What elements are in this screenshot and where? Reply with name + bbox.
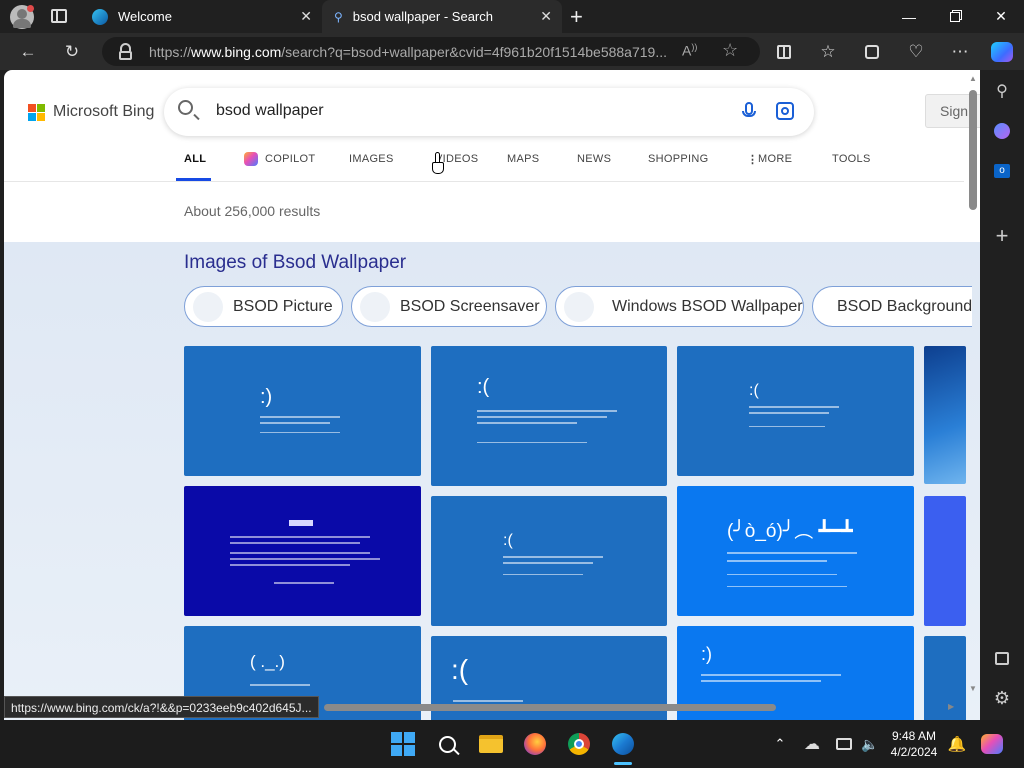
favorite-star-icon[interactable]: ☆ bbox=[722, 40, 738, 61]
image-result[interactable] bbox=[924, 346, 966, 484]
tab-welcome[interactable]: Welcome ✕ bbox=[80, 0, 322, 33]
url-text: https://www.bing.com/search?q=bsod+wallp… bbox=[149, 44, 667, 60]
results-count: About 256,000 results bbox=[184, 203, 321, 219]
windows-start-icon[interactable] bbox=[389, 730, 417, 758]
image-result[interactable] bbox=[184, 486, 421, 616]
network-icon[interactable] bbox=[830, 730, 858, 758]
copilot-preview-icon[interactable] bbox=[978, 730, 1006, 758]
related-chip[interactable]: BSOD Screensaver bbox=[351, 286, 547, 327]
chrome-icon[interactable] bbox=[565, 730, 593, 758]
lock-icon[interactable] bbox=[119, 43, 132, 60]
chip-thumbnail bbox=[193, 291, 223, 322]
bing-logo[interactable]: Microsoft Bing bbox=[28, 103, 154, 121]
status-bar-url: https://www.bing.com/ck/a?!&&p=0233eeb9c… bbox=[4, 696, 319, 718]
new-tab-icon[interactable]: + bbox=[570, 4, 583, 30]
add-sidebar-icon[interactable]: + bbox=[989, 223, 1015, 249]
search-nav-tabs: ALL COPILOT IMAGES VIDEOS MAPS NEWS SHOP… bbox=[4, 142, 964, 182]
microphone-icon[interactable] bbox=[742, 102, 756, 117]
images-answer: Images of Bsod Wallpaper BSOD Picture BS… bbox=[4, 242, 980, 720]
edge-sidebar: ⚲ o + ⚙ bbox=[980, 70, 1024, 720]
refresh-icon[interactable]: ↻ bbox=[58, 38, 86, 66]
related-chip[interactable]: Windows BSOD Wallpaper bbox=[555, 286, 804, 327]
microsoft-logo-icon bbox=[28, 103, 45, 121]
file-explorer-icon[interactable] bbox=[477, 730, 505, 758]
search-icon bbox=[178, 100, 193, 115]
close-window-icon[interactable]: ✕ bbox=[978, 0, 1024, 33]
profile-avatar[interactable] bbox=[10, 5, 34, 29]
tab-title: Welcome bbox=[118, 9, 172, 24]
tab-maps[interactable]: MAPS bbox=[507, 153, 539, 165]
related-chip[interactable]: BSOD Background bbox=[812, 286, 972, 327]
read-aloud-icon[interactable]: A)) bbox=[682, 42, 697, 59]
settings-gear-icon[interactable]: ⚙ bbox=[989, 685, 1015, 711]
active-app-indicator bbox=[614, 762, 632, 765]
image-result[interactable]: :) bbox=[184, 346, 421, 476]
scroll-thumb[interactable] bbox=[324, 704, 776, 711]
windows-taskbar: ⌃ ☁ 🔈 9:48 AM 4/2/2024 🔔 bbox=[0, 720, 1024, 768]
tab-tools[interactable]: TOOLS bbox=[832, 153, 871, 165]
chip-thumbnail bbox=[564, 291, 594, 322]
title-bar: Welcome ✕ ⚲ bsod wallpaper - Search ✕ + … bbox=[0, 0, 1024, 33]
related-chip[interactable]: BSOD Picture bbox=[184, 286, 343, 327]
images-heading[interactable]: Images of Bsod Wallpaper bbox=[184, 252, 406, 274]
tab-news[interactable]: NEWS bbox=[577, 153, 611, 165]
tab-images[interactable]: IMAGES bbox=[349, 153, 394, 165]
copilot-sidebar-icon[interactable] bbox=[989, 118, 1015, 144]
show-hidden-icons-icon[interactable]: ⌃ bbox=[766, 730, 794, 758]
bing-search-page: Microsoft Bing bsod wallpaper Sign ALL C… bbox=[4, 70, 980, 720]
more-dots-icon[interactable]: ⋮ bbox=[747, 153, 758, 166]
close-tab-icon[interactable]: ✕ bbox=[540, 8, 552, 25]
tab-title: bsod wallpaper - Search bbox=[352, 9, 493, 24]
image-result[interactable]: :( bbox=[431, 346, 667, 486]
search-icon[interactable] bbox=[433, 730, 461, 758]
tab-copilot[interactable]: COPILOT bbox=[265, 153, 315, 165]
hand-cursor-icon bbox=[432, 152, 444, 174]
split-screen-icon[interactable] bbox=[770, 38, 798, 66]
image-result[interactable] bbox=[924, 496, 966, 626]
browser-essentials-icon[interactable]: ♡ bbox=[902, 38, 930, 66]
address-toolbar: ← ↻ https://www.bing.com/search?q=bsod+w… bbox=[0, 33, 1024, 70]
address-bar[interactable]: https://www.bing.com/search?q=bsod+wallp… bbox=[102, 37, 760, 66]
notifications-bell-icon[interactable]: 🔔 bbox=[943, 730, 971, 758]
tab-all[interactable]: ALL bbox=[184, 153, 206, 165]
search-favicon-icon: ⚲ bbox=[334, 9, 343, 24]
copilot-icon[interactable] bbox=[988, 38, 1016, 66]
hide-sidebar-icon[interactable] bbox=[989, 645, 1015, 671]
edge-icon[interactable] bbox=[609, 730, 637, 758]
back-icon[interactable]: ← bbox=[14, 38, 42, 66]
clock-date: 4/2/2024 bbox=[890, 745, 938, 759]
more-menu-icon[interactable]: ⋯ bbox=[946, 38, 974, 66]
image-result[interactable]: :( bbox=[677, 346, 914, 476]
bing-logo-text: Microsoft Bing bbox=[53, 103, 155, 120]
image-result[interactable]: :( bbox=[431, 496, 667, 626]
vertical-scrollbar[interactable]: ▲ ▼ bbox=[966, 70, 980, 710]
visual-search-icon[interactable] bbox=[776, 102, 794, 120]
outlook-icon[interactable]: o bbox=[989, 158, 1015, 184]
close-tab-icon[interactable]: ✕ bbox=[300, 8, 312, 25]
favorites-icon[interactable]: ☆ bbox=[814, 38, 842, 66]
restore-icon[interactable] bbox=[932, 0, 978, 33]
clock-time: 9:48 AM bbox=[891, 729, 937, 743]
search-icon[interactable]: ⚲ bbox=[989, 78, 1015, 104]
system-clock[interactable]: 9:48 AM 4/2/2024 bbox=[884, 728, 944, 760]
collections-icon[interactable] bbox=[858, 38, 886, 66]
firefox-icon[interactable] bbox=[521, 730, 549, 758]
chip-thumbnail bbox=[360, 291, 390, 322]
tab-more[interactable]: MORE bbox=[758, 153, 792, 165]
tab-shopping[interactable]: SHOPPING bbox=[648, 153, 708, 165]
search-input[interactable]: bsod wallpaper bbox=[216, 102, 324, 120]
minimize-icon[interactable]: — bbox=[886, 0, 932, 33]
volume-icon[interactable]: 🔈 bbox=[856, 730, 884, 758]
image-result[interactable]: (╯ò_ó)╯︵ ┻━┻ bbox=[677, 486, 914, 616]
scroll-thumb[interactable] bbox=[969, 90, 977, 210]
onedrive-icon[interactable]: ☁ bbox=[798, 730, 826, 758]
search-box[interactable]: bsod wallpaper bbox=[164, 88, 814, 136]
tab-bing-search[interactable]: ⚲ bsod wallpaper - Search ✕ bbox=[322, 0, 562, 33]
tab-actions-icon[interactable] bbox=[51, 9, 67, 23]
active-tab-indicator bbox=[176, 178, 211, 181]
edge-favicon-icon bbox=[92, 8, 108, 25]
copilot-logo-icon bbox=[244, 152, 258, 166]
